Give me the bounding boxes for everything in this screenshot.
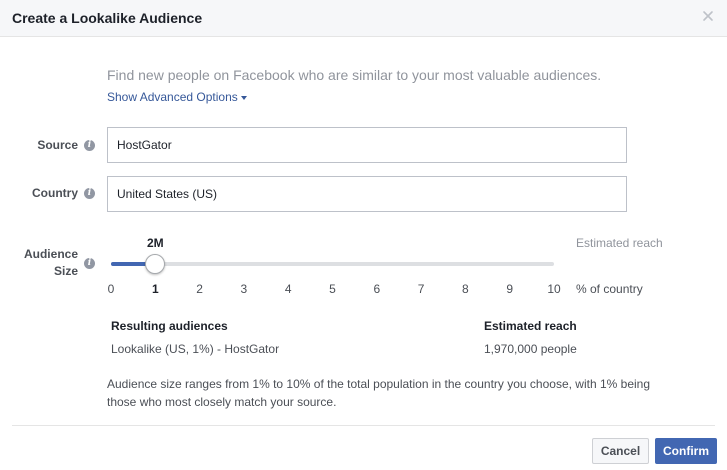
show-advanced-options-link[interactable]: Show Advanced Options [107,90,247,104]
estimated-reach-header: Estimated reach [484,319,577,333]
percent-of-country-label: % of country [576,282,643,296]
source-label: Source [37,138,78,152]
estimated-reach-label: Estimated reach [576,236,663,250]
confirm-button[interactable]: Confirm [655,438,717,464]
caret-down-icon [240,95,247,100]
slider-tick-0[interactable]: 0 [108,282,115,296]
country-input[interactable]: United States (US) [107,176,627,212]
intro-text: Find new people on Facebook who are simi… [107,67,602,83]
slider-track[interactable] [111,254,554,274]
resulting-audiences-header: Resulting audiences [111,319,228,333]
audience-size-slider[interactable]: 2M 0 1 2 3 4 5 6 7 8 9 10 [108,236,561,306]
audience-size-label-line2: Size [53,264,78,278]
slider-reach-value: 2M [146,236,164,250]
audience-size-note: Audience size ranges from 1% to 10% of t… [107,377,650,409]
slider-handle[interactable] [145,254,166,274]
footer-divider [12,425,715,426]
audience-size-label: Audience Size [10,246,78,280]
slider-tick-2[interactable]: 2 [196,282,203,296]
advanced-options-label: Show Advanced Options [107,90,238,104]
audience-size-label-line1: Audience [23,247,78,261]
cancel-button[interactable]: Cancel [592,438,649,464]
slider-tick-9[interactable]: 9 [506,282,513,296]
info-icon[interactable]: i [84,188,95,199]
slider-tick-8[interactable]: 8 [462,282,469,296]
info-icon[interactable]: i [84,258,95,269]
info-icon[interactable]: i [84,140,95,151]
slider-tick-10[interactable]: 10 [547,282,560,296]
slider-tick-6[interactable]: 6 [373,282,380,296]
country-label: Country [32,186,78,200]
slider-tick-4[interactable]: 4 [285,282,292,296]
slider-tick-7[interactable]: 7 [418,282,425,296]
slider-tick-3[interactable]: 3 [241,282,248,296]
resulting-audience-name: Lookalike (US, 1%) - HostGator [111,342,280,356]
close-icon[interactable] [701,9,715,23]
source-input[interactable]: HostGator [107,127,627,163]
dialog-header: Create a Lookalike Audience [0,0,727,37]
estimated-reach-value: 1,970,000 people [484,342,577,356]
dialog-title: Create a Lookalike Audience [12,10,203,26]
slider-tick-5[interactable]: 5 [329,282,336,296]
slider-tick-1[interactable]: 1 [152,282,159,296]
